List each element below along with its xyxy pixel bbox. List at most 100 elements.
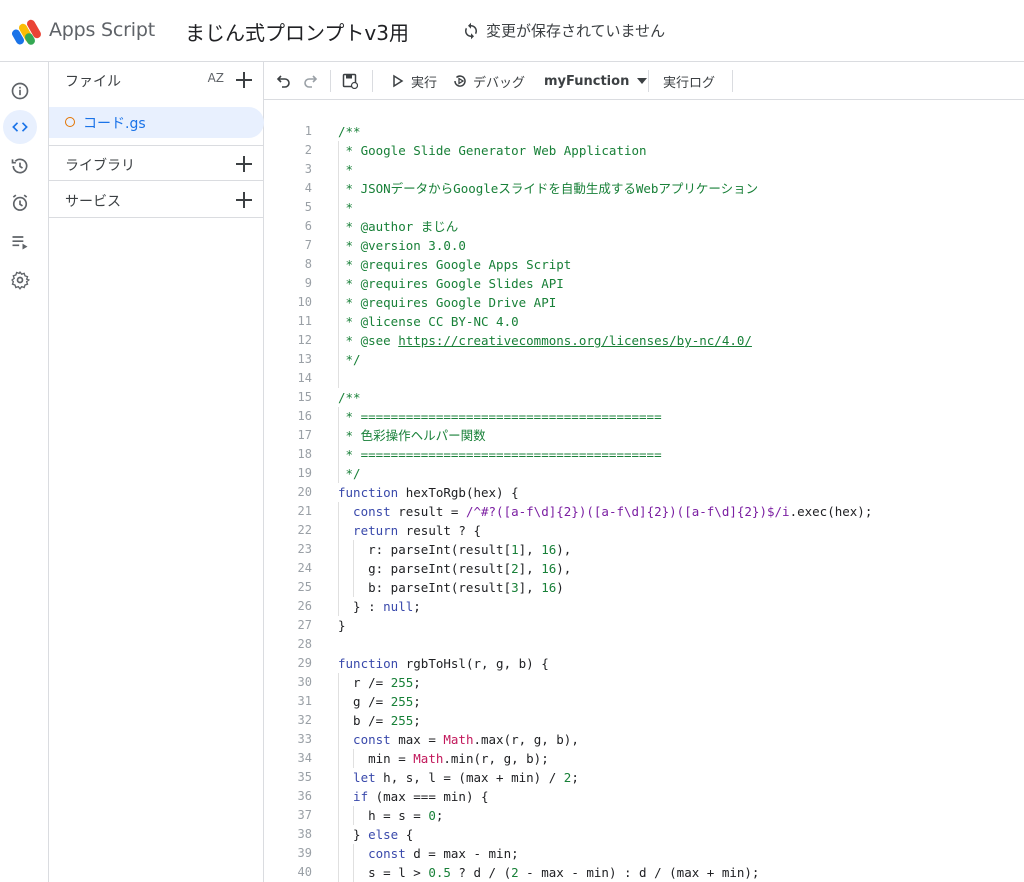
- debug-label: デバッグ: [473, 75, 526, 91]
- math-object: Math: [413, 751, 444, 766]
- line-number: 26: [297, 599, 312, 613]
- keyword: null: [383, 599, 414, 614]
- line-number: 15: [297, 390, 312, 404]
- function-select[interactable]: myFunction: [544, 70, 650, 92]
- code-fragment: h = s =: [338, 808, 429, 823]
- sync-icon: [465, 22, 477, 39]
- code-line: 16 * ===================================…: [264, 407, 1024, 426]
- keyword: const: [338, 846, 406, 861]
- code-fragment: .max(r, g, b),: [473, 732, 579, 747]
- code-fragment: ;: [413, 675, 421, 690]
- number-literal: 255: [390, 713, 414, 728]
- code-fragment: .min(r, g, b);: [443, 751, 549, 766]
- undo-button[interactable]: [276, 70, 292, 92]
- add-library-icon[interactable]: [234, 154, 254, 174]
- code-text: function rgbToHsl(r, g, b) {: [338, 654, 549, 673]
- code-text: let h, s, l = (max + min) / 2;: [338, 768, 579, 787]
- code-line: 35 let h, s, l = (max + min) / 2;: [264, 768, 1024, 787]
- code-line: 6 * @author まじん: [264, 217, 1024, 236]
- line-number: 2: [304, 143, 312, 157]
- code-fragment: ),: [556, 542, 572, 557]
- execution-log-label: 実行ログ: [663, 75, 716, 91]
- line-number: 7: [304, 238, 312, 252]
- code-text: const d = max - min;: [338, 844, 519, 863]
- sort-az-button[interactable]: AZ: [208, 71, 224, 85]
- keyword: else: [368, 827, 399, 842]
- line-number: 35: [297, 770, 312, 784]
- triggers-history-button[interactable]: [5, 151, 35, 181]
- toolbar-divider: [330, 70, 331, 92]
- editor-button[interactable]: [3, 110, 37, 144]
- code-line: 17 * 色彩操作ヘルパー関数: [264, 426, 1024, 445]
- code-fragment: b /=: [338, 713, 391, 728]
- line-number: 16: [297, 409, 312, 423]
- line-number: 36: [297, 789, 312, 803]
- keyword: function: [338, 656, 399, 671]
- line-number: 32: [297, 713, 312, 727]
- keyword: if: [338, 789, 369, 804]
- settings-button[interactable]: [5, 265, 35, 295]
- save-button[interactable]: [342, 70, 358, 92]
- license-link[interactable]: https://creativecommons.org/licenses/by-…: [398, 333, 752, 348]
- run-button[interactable]: 実行: [390, 70, 437, 92]
- line-number: 1: [304, 124, 312, 138]
- code-text: s = l > 0.5 ? d / (2 - max - min) : d / …: [338, 863, 759, 882]
- line-number: 12: [297, 333, 312, 347]
- code-fragment: ],: [518, 542, 542, 557]
- code-line: 38 } else {: [264, 825, 1024, 844]
- code-fragment: max =: [390, 732, 444, 747]
- code-line: 39 const d = max - min;: [264, 844, 1024, 863]
- save-status: 変更が保存されていません: [462, 20, 665, 41]
- code-line: 8 * @requires Google Apps Script: [264, 255, 1024, 274]
- files-section-header: ファイル AZ: [49, 62, 264, 98]
- toolbar-divider: [648, 70, 649, 92]
- info-icon: [11, 82, 29, 100]
- code-line: 11 * @license CC BY-NC 4.0: [264, 312, 1024, 331]
- code-fragment: ),: [556, 561, 572, 576]
- executions-button[interactable]: [5, 227, 35, 257]
- execution-log-button[interactable]: 実行ログ: [663, 70, 715, 92]
- line-number: 13: [297, 352, 312, 366]
- code-text: b /= 255;: [338, 711, 421, 730]
- redo-button[interactable]: [302, 70, 318, 92]
- line-number: 20: [297, 485, 312, 499]
- line-number: 27: [297, 618, 312, 632]
- code-fragment: d = max - min;: [405, 846, 519, 861]
- code-fragment: ],: [518, 561, 542, 576]
- top-header: Apps Script まじん式プロンプトv3用 変更が保存されていません: [0, 0, 1024, 62]
- app-name[interactable]: Apps Script: [49, 19, 155, 41]
- save-drive-icon: [342, 73, 358, 89]
- overview-button[interactable]: [5, 76, 35, 106]
- history-icon: [11, 158, 28, 174]
- add-service-icon[interactable]: [234, 190, 254, 210]
- line-number: 25: [297, 580, 312, 594]
- code-text: if (max === min) {: [338, 787, 488, 806]
- debug-button[interactable]: デバッグ: [452, 70, 525, 92]
- code-line: 14: [264, 369, 1024, 388]
- project-title[interactable]: まじん式プロンプトv3用: [185, 17, 409, 46]
- code-text: r /= 255;: [338, 673, 421, 692]
- code-text: }: [338, 618, 346, 633]
- code-line: 3 *: [264, 160, 1024, 179]
- code-line: 19 */: [264, 464, 1024, 483]
- code-line: 29 function rgbToHsl(r, g, b) {: [264, 654, 1024, 673]
- code-line: 20 function hexToRgb(hex) {: [264, 483, 1024, 502]
- triggers-button[interactable]: [5, 188, 35, 218]
- line-number: 4: [304, 181, 312, 195]
- code-fragment: .exec(hex);: [789, 504, 873, 519]
- code-text: b: parseInt(result[3], 16): [338, 578, 564, 597]
- code-text: h = s = 0;: [338, 806, 443, 825]
- code-fragment: - max - min) : d / (max + min);: [518, 865, 760, 880]
- apps-script-logo-icon[interactable]: [12, 17, 44, 47]
- libraries-label: ライブラリ: [65, 158, 135, 174]
- line-number: 6: [304, 219, 312, 233]
- settings-icon: [11, 270, 30, 290]
- file-item-code-gs[interactable]: コード.gs: [49, 107, 264, 138]
- code-line: 34 min = Math.min(r, g, b);: [264, 749, 1024, 768]
- undo-icon: [276, 75, 290, 88]
- line-number: 10: [297, 295, 312, 309]
- indent-guide: [338, 369, 339, 388]
- line-number: 11: [297, 314, 312, 328]
- add-file-icon[interactable]: [234, 70, 254, 90]
- code-editor[interactable]: 1 /** 2 * Google Slide Generator Web Appl…: [264, 100, 1024, 882]
